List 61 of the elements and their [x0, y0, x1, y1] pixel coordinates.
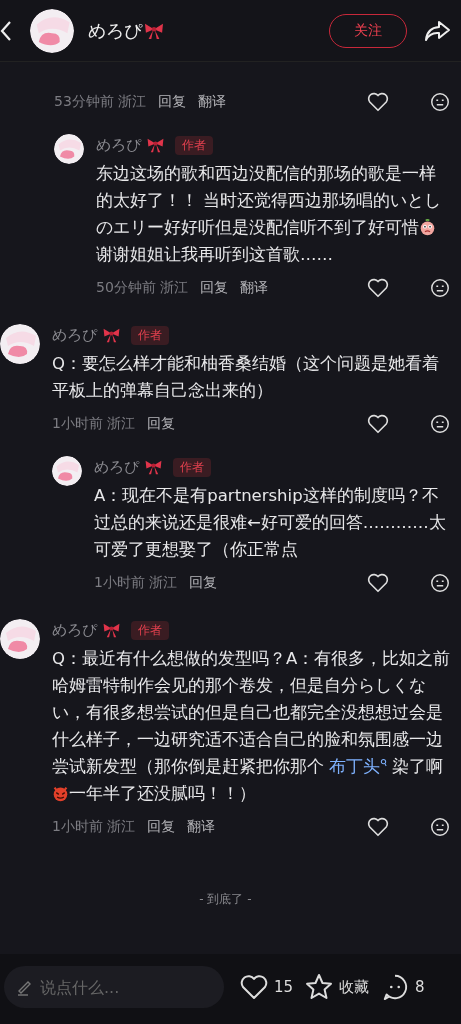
- action-link[interactable]: 翻译: [240, 279, 269, 297]
- action-link[interactable]: 翻译: [198, 93, 227, 111]
- comment-text: Q：最近有什么想做的发型吗？A：有很多，比如之前哈姆雷特制作会见的那个卷发，但是自分らしくない，有很多想尝试的但是自己也都完全没想想过会是什么样子，一边研究适不适合自己的脸和氛围感一边尝试新发型（那你倒是赶紧把你那个 布丁头 染了啊 一年半了还没腻吗！！）: [52, 648, 451, 805]
- heart-icon[interactable]: [367, 413, 389, 435]
- crying-face-icon: [419, 219, 436, 236]
- back-icon[interactable]: [0, 19, 12, 42]
- action-link[interactable]: 回复: [147, 415, 176, 433]
- favorite-label[interactable]: 收藏: [339, 977, 370, 997]
- action-link[interactable]: 回复: [189, 574, 218, 592]
- time-location: 1小时前 浙江: [52, 818, 136, 836]
- bow-icon: [102, 622, 121, 638]
- face-icon[interactable]: [429, 91, 451, 113]
- comment-count: 8: [415, 978, 425, 996]
- action-link[interactable]: 翻译: [187, 818, 216, 836]
- star-icon[interactable]: [305, 973, 334, 1001]
- bow-icon: [144, 459, 163, 475]
- share-icon[interactable]: [423, 18, 451, 43]
- avatar-icon[interactable]: [52, 456, 82, 486]
- author-badge: 作者: [131, 325, 169, 345]
- like-count: 15: [274, 978, 294, 996]
- heart-icon[interactable]: [367, 91, 389, 113]
- author-name: めろぴ: [96, 135, 141, 155]
- avatar-icon[interactable]: [0, 324, 40, 364]
- author-badge: 作者: [173, 457, 211, 477]
- comment-text: 东边这场的歌和西边没配信的那场的歌是一样的太好了！！ 当时还觉得西边那场唱的いとしのエリー好好听但是没配信听不到了好可惜 谢谢姐姐让我再听到这首歌……: [96, 163, 443, 266]
- bow-icon: [146, 137, 165, 153]
- search-link[interactable]: 布丁头: [329, 757, 381, 776]
- author-name: めろぴ: [52, 620, 97, 640]
- bow-icon: [102, 327, 121, 343]
- heart-icon[interactable]: [367, 277, 389, 299]
- time-location: 53分钟前 浙江: [54, 93, 147, 111]
- face-icon[interactable]: [429, 572, 451, 594]
- comment-text: Q：要怎么样才能和柚香桑结婚（这个问题是她看着平板上的弹幕自己念出来的）: [52, 353, 440, 402]
- author-badge: 作者: [175, 135, 213, 155]
- time-location: 1小时前 浙江: [94, 574, 178, 592]
- avatar-icon[interactable]: [54, 134, 84, 164]
- action-link[interactable]: 回复: [147, 818, 176, 836]
- author-name: めろぴ: [52, 325, 97, 345]
- comment-input-field[interactable]: 说点什么...: [4, 966, 224, 1008]
- user-name: めろぴ: [88, 18, 142, 43]
- avatar-icon[interactable]: [30, 8, 74, 53]
- comment-icon[interactable]: [381, 973, 410, 1001]
- avatar-icon[interactable]: [0, 619, 40, 659]
- face-icon[interactable]: [429, 413, 451, 435]
- heart-icon[interactable]: [367, 816, 389, 838]
- end-of-list-text: - 到底了 -: [198, 891, 253, 908]
- follow-button[interactable]: 关注: [329, 13, 407, 48]
- heart-icon[interactable]: [240, 973, 268, 1001]
- time-location: 1小时前 浙江: [52, 415, 136, 433]
- heart-icon[interactable]: [367, 572, 389, 594]
- search-icon[interactable]: [380, 758, 388, 767]
- time-location: 50分钟前 浙江: [96, 279, 189, 297]
- comment-text: A：现在不是有partnership这样的制度吗？不过总的来说还是很难←好可爱的回答…………太可爱了更想娶了（你正常点: [94, 485, 447, 561]
- face-icon[interactable]: [429, 277, 451, 299]
- author-name: めろぴ: [94, 457, 139, 477]
- face-icon[interactable]: [429, 816, 451, 838]
- bow-icon: [143, 21, 165, 40]
- action-link[interactable]: 回复: [158, 93, 187, 111]
- devil-face-icon: [52, 785, 69, 802]
- action-link[interactable]: 回复: [200, 279, 229, 297]
- author-badge: 作者: [131, 620, 169, 640]
